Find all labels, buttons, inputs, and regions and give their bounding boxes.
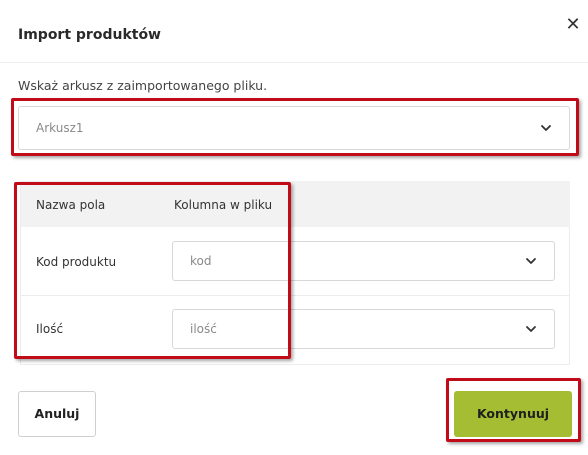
quantity-column-value: ilość bbox=[190, 322, 217, 336]
divider bbox=[0, 62, 588, 63]
header-field-name: Nazwa pola bbox=[36, 198, 106, 212]
product-code-column-select[interactable]: kod bbox=[172, 241, 555, 281]
chevron-down-icon bbox=[526, 258, 536, 264]
row-label-quantity: Ilość bbox=[36, 322, 64, 336]
close-icon[interactable]: ✕ bbox=[562, 14, 584, 36]
chevron-down-icon bbox=[526, 326, 536, 332]
modal-title: Import produktów bbox=[18, 27, 161, 43]
import-products-modal: ✕ Import produktów Wskaż arkusz z zaimpo… bbox=[0, 0, 588, 455]
sheet-select-value: Arkusz1 bbox=[36, 121, 84, 135]
field-mapping-table: Nazwa pola Kolumna w pliku Kod produktu … bbox=[20, 181, 570, 365]
continue-button[interactable]: Kontynuuj bbox=[454, 391, 572, 437]
header-file-column: Kolumna w pliku bbox=[174, 198, 273, 212]
row-divider bbox=[21, 295, 570, 296]
cancel-button[interactable]: Anuluj bbox=[18, 391, 96, 437]
quantity-column-select[interactable]: ilość bbox=[172, 309, 555, 349]
chevron-down-icon bbox=[541, 125, 551, 131]
product-code-column-value: kod bbox=[190, 254, 212, 268]
sheet-instruction: Wskaż arkusz z zaimportowanego pliku. bbox=[18, 78, 268, 93]
table-header: Nazwa pola Kolumna w pliku bbox=[21, 181, 570, 227]
row-label-product-code: Kod produktu bbox=[36, 255, 117, 269]
sheet-select[interactable]: Arkusz1 bbox=[18, 106, 570, 150]
